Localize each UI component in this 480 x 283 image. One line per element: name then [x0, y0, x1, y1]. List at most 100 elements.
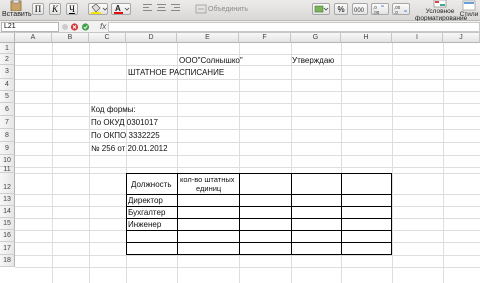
- table-border: [177, 173, 178, 255]
- column-header-i[interactable]: I: [392, 33, 443, 43]
- row-header-4[interactable]: 4: [0, 79, 15, 91]
- table-border: [126, 242, 392, 243]
- row-header-15[interactable]: 15: [0, 218, 15, 230]
- grid-line: [15, 116, 480, 117]
- grid-line: [15, 54, 480, 55]
- currency-icon: [314, 5, 329, 13]
- column-header-f[interactable]: F: [239, 33, 291, 43]
- row-header-7[interactable]: 7: [0, 116, 15, 129]
- column-header-b[interactable]: B: [52, 33, 89, 43]
- percent-button[interactable]: %: [334, 3, 348, 15]
- thousands-separator-button[interactable]: 000: [352, 3, 368, 15]
- table-header-count-line2[interactable]: единиц: [196, 184, 221, 193]
- table-border: [291, 173, 292, 255]
- svg-text:,00: ,00: [373, 10, 380, 14]
- row-header-3[interactable]: 3: [0, 65, 15, 79]
- function-icon[interactable]: fx: [100, 21, 106, 33]
- row-header-14[interactable]: 14: [0, 206, 15, 218]
- strike-button[interactable]: Ч: [66, 3, 78, 15]
- grid-line: [15, 91, 480, 92]
- table-border: [341, 173, 342, 255]
- grid-line: [15, 267, 480, 268]
- paste-button[interactable]: Вставить: [0, 0, 32, 21]
- svg-text:000: 000: [354, 8, 365, 14]
- cell-company-name[interactable]: ООО"Солнышко": [179, 56, 243, 65]
- row-header-8[interactable]: 8: [0, 129, 15, 142]
- clipboard-icon: [10, 0, 22, 11]
- svg-text:,0: ,0: [394, 10, 398, 14]
- table-border: [126, 173, 392, 174]
- table-border: [126, 173, 127, 255]
- column-header-e[interactable]: E: [177, 33, 239, 43]
- name-box[interactable]: L21: [1, 22, 59, 32]
- styles-label: Стили: [459, 11, 479, 18]
- grid-line: [15, 65, 480, 66]
- table-border: [126, 206, 392, 207]
- grid-line: [15, 129, 480, 130]
- column-header-c[interactable]: C: [89, 33, 126, 43]
- ribbon-toolbar: Вставить П К Ч A Объединить % 000 ,0 ,00…: [0, 0, 480, 22]
- row-header-2[interactable]: 2: [0, 54, 15, 65]
- table-border: [126, 194, 392, 195]
- table-border: [126, 254, 392, 255]
- table-border: [239, 173, 240, 255]
- column-header-d[interactable]: D: [126, 33, 177, 43]
- table-row-position[interactable]: Инженер: [128, 220, 161, 229]
- table-header-position[interactable]: Должность: [131, 180, 172, 189]
- fill-color-button[interactable]: [88, 3, 108, 15]
- cell-okpo[interactable]: По ОКПО 3332225: [91, 131, 160, 140]
- increase-decimal-button[interactable]: ,0 ,00: [371, 3, 389, 15]
- merge-icon[interactable]: [195, 4, 207, 14]
- table-row-position[interactable]: Бухгалтер: [128, 208, 165, 217]
- grid-line: [15, 167, 480, 168]
- select-all-corner[interactable]: [0, 33, 15, 43]
- italic-button[interactable]: К: [49, 3, 61, 15]
- thousands-icon: 000: [354, 8, 365, 14]
- column-header-j[interactable]: J: [443, 33, 480, 43]
- cancel-icon[interactable]: [70, 22, 79, 32]
- column-header-h[interactable]: H: [341, 33, 392, 43]
- formula-bar: L21 fx: [0, 21, 480, 33]
- merge-label[interactable]: Объединить: [208, 6, 248, 13]
- alignment-group: [142, 3, 192, 15]
- styles-button[interactable]: Стили: [458, 0, 480, 21]
- column-header-a[interactable]: A: [15, 33, 52, 43]
- row-header-9[interactable]: 9: [0, 142, 15, 155]
- paste-label: Вставить: [2, 11, 32, 18]
- cell-doc-number[interactable]: № 256 от 20.01.2012: [91, 144, 168, 153]
- align-right-icon[interactable]: [170, 3, 181, 13]
- cell-document-title[interactable]: ШТАТНОЕ РАСПИСАНИЕ: [128, 68, 224, 77]
- table-border: [126, 230, 392, 231]
- row-header-16[interactable]: 16: [0, 230, 15, 242]
- grid-line: [15, 142, 480, 143]
- align-left-icon[interactable]: [142, 3, 153, 13]
- grid-line: [15, 155, 480, 156]
- cell-okud[interactable]: По ОКУД 0301017: [91, 118, 158, 127]
- grid-line: [15, 255, 480, 256]
- row-header-13[interactable]: 13: [0, 194, 15, 206]
- grid-line: [15, 103, 480, 104]
- row-header-5[interactable]: 5: [0, 91, 15, 103]
- row-header-17[interactable]: 17: [0, 242, 15, 255]
- row-header-1[interactable]: 1: [0, 43, 15, 54]
- name-box-dropdown-icon[interactable]: [61, 22, 69, 32]
- row-header-18[interactable]: 18: [0, 255, 15, 267]
- number-format-button[interactable]: [312, 3, 330, 15]
- cell-approve[interactable]: Утверждаю: [292, 56, 334, 65]
- svg-text:A: A: [115, 4, 121, 13]
- grid-line: [15, 79, 480, 80]
- font-color-icon: A: [114, 4, 130, 14]
- formula-input[interactable]: [108, 22, 480, 32]
- table-row-position[interactable]: Директор: [128, 196, 163, 205]
- font-color-button[interactable]: A: [111, 3, 131, 15]
- table-border: [391, 173, 392, 255]
- row-header-12[interactable]: 12: [0, 173, 15, 194]
- decrease-decimal-button[interactable]: ,00 ,0: [392, 3, 410, 15]
- align-center-icon[interactable]: [156, 3, 167, 13]
- underline-button[interactable]: П: [32, 3, 44, 15]
- enter-icon[interactable]: [81, 22, 90, 32]
- row-header-6[interactable]: 6: [0, 103, 15, 116]
- cell-form-code[interactable]: Код формы:: [91, 105, 136, 114]
- column-header-g[interactable]: G: [291, 33, 341, 43]
- table-header-count-line1[interactable]: кол-во штатных: [180, 175, 235, 184]
